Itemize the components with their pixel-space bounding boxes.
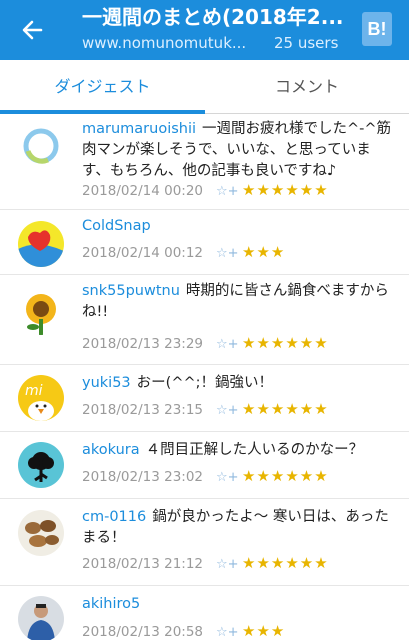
comment-username[interactable]: ColdSnap: [82, 218, 151, 234]
comment-text: ColdSnap: [82, 216, 394, 237]
comment-username[interactable]: akihiro5: [82, 596, 140, 612]
arrow-left-icon: [22, 20, 43, 40]
add-star-icon[interactable]: ☆+: [216, 555, 242, 575]
star-rating[interactable]: ★★★★★★: [242, 180, 329, 200]
list-item: ColdSnap 2018/02/14 00:12 ☆+ ★★★: [0, 210, 409, 275]
page-title: 一週間のまとめ(2018年2...: [82, 5, 342, 29]
avatar[interactable]: [18, 510, 64, 556]
add-star-icon[interactable]: ☆+: [216, 244, 242, 264]
star-rating[interactable]: ★★★★★★: [242, 553, 329, 573]
comment-date[interactable]: 2018/02/13 20:58: [82, 622, 216, 640]
header-subtitle: www.nomunomutuk... 25 users: [82, 32, 342, 54]
bookmark-user-count[interactable]: 25 users: [274, 32, 338, 54]
add-star-icon[interactable]: ☆+: [216, 468, 242, 488]
add-star-icon[interactable]: ☆+: [216, 401, 242, 421]
comment-username[interactable]: marumaruoishii: [82, 121, 196, 137]
site-domain[interactable]: www.nomunomutuk...: [82, 32, 260, 54]
app-header: 一週間のまとめ(2018年2... www.nomunomutuk... 25 u…: [0, 0, 409, 60]
tab-comments[interactable]: コメント: [205, 60, 409, 114]
comment-list: marumaruoishii 一週間お疲れ様でした^-^筋肉マンが楽しそうで、いい…: [0, 115, 409, 640]
comment-body: ４問目正解した人いるのかなー？: [145, 442, 364, 458]
tab-digest[interactable]: ダイジェスト: [0, 60, 205, 114]
list-item: akokura ４問目正解した人いるのかなー？ 2018/02/13 23:02 ☆…: [0, 432, 409, 499]
comment-date[interactable]: 2018/02/14 00:20: [82, 181, 216, 201]
list-item: akihiro5 2018/02/13 20:58 ☆+ ★★★: [0, 586, 409, 640]
hatena-bookmark-button[interactable]: B!: [362, 12, 392, 46]
comment-date[interactable]: 2018/02/13 21:12: [82, 554, 216, 574]
comment-text: akokura ４問目正解した人いるのかなー？: [82, 440, 394, 461]
avatar[interactable]: [18, 596, 64, 640]
comment-meta: 2018/02/14 00:12 ☆+ ★★★: [82, 242, 285, 262]
comment-text: cm-0116 鍋が良かったよ〜 寒い日は、あったまる！: [82, 507, 394, 549]
list-item: mi yuki53 おー(^^;！鍋強い！ 2018/02/13 23:15 ☆+ ★…: [0, 365, 409, 432]
back-button[interactable]: [14, 12, 50, 48]
add-star-icon[interactable]: ☆+: [216, 623, 242, 640]
comment-meta: 2018/02/13 20:58 ☆+ ★★★: [82, 621, 285, 640]
comment-text: akihiro5: [82, 594, 394, 615]
comment-meta: 2018/02/13 23:02 ☆+ ★★★★★★: [82, 466, 329, 486]
comment-username[interactable]: yuki53: [82, 375, 131, 391]
comment-date[interactable]: 2018/02/13 23:15: [82, 400, 216, 420]
add-star-icon[interactable]: ☆+: [216, 335, 242, 355]
tab-bar: ダイジェスト コメント: [0, 60, 409, 114]
star-rating[interactable]: ★★★: [242, 242, 285, 262]
star-rating[interactable]: ★★★★★★: [242, 399, 329, 419]
comment-date[interactable]: 2018/02/13 23:02: [82, 467, 216, 487]
comment-username[interactable]: snk55puwtnu: [82, 283, 180, 299]
list-item: cm-0116 鍋が良かったよ〜 寒い日は、あったまる！ 2018/02/13 2…: [0, 499, 409, 586]
avatar[interactable]: [18, 442, 64, 488]
list-item: marumaruoishii 一週間お疲れ様でした^-^筋肉マンが楽しそうで、いい…: [0, 115, 409, 210]
star-rating[interactable]: ★★★★★★: [242, 466, 329, 486]
comment-username[interactable]: cm-0116: [82, 509, 146, 525]
active-tab-indicator: [0, 110, 205, 114]
comment-meta: 2018/02/13 23:29 ☆+ ★★★★★★: [82, 333, 329, 353]
star-rating[interactable]: ★★★: [242, 621, 285, 640]
avatar[interactable]: [18, 123, 64, 169]
avatar[interactable]: mi: [18, 375, 64, 421]
comment-meta: 2018/02/13 23:15 ☆+ ★★★★★★: [82, 399, 329, 419]
add-star-icon[interactable]: ☆+: [216, 182, 242, 202]
comment-date[interactable]: 2018/02/13 23:29: [82, 334, 216, 354]
comment-text: marumaruoishii 一週間お疲れ様でした^-^筋肉マンが楽しそうで、いい…: [82, 119, 394, 182]
comment-body: おー(^^;！鍋強い！: [136, 375, 273, 391]
comment-meta: 2018/02/13 21:12 ☆+ ★★★★★★: [82, 553, 329, 573]
svg-text:mi: mi: [25, 383, 43, 399]
comment-meta: 2018/02/14 00:20 ☆+ ★★★★★★: [82, 180, 329, 200]
list-item: snk55puwtnu 時期的に皆さん鍋食べますからね!! 2018/02/13 …: [0, 275, 409, 365]
avatar[interactable]: [18, 289, 64, 335]
comment-username[interactable]: akokura: [82, 442, 140, 458]
comment-text: yuki53 おー(^^;！鍋強い！: [82, 373, 394, 394]
comment-date[interactable]: 2018/02/14 00:12: [82, 243, 216, 263]
avatar[interactable]: [18, 221, 64, 267]
star-rating[interactable]: ★★★★★★: [242, 333, 329, 353]
comment-text: snk55puwtnu 時期的に皆さん鍋食べますからね!!: [82, 281, 394, 323]
